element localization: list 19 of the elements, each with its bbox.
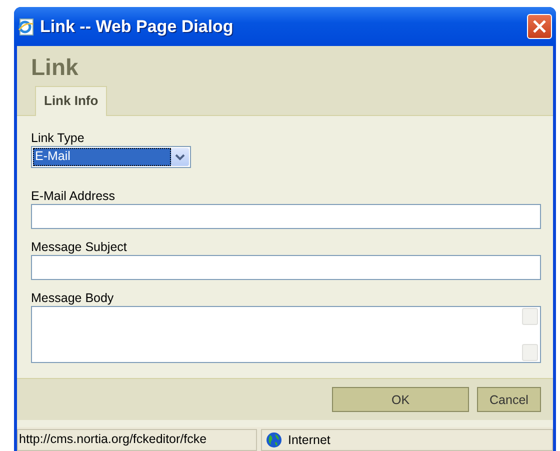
field-label: Message Body — [31, 290, 115, 306]
page-icon — [17, 18, 35, 36]
field-label: Link Type — [31, 130, 86, 146]
globe-icon — [266, 432, 282, 448]
cancel-button[interactable]: Cancel — [477, 387, 541, 412]
link-type-select[interactable]: E-Mail — [31, 146, 191, 168]
dialog-heading: Link — [31, 53, 80, 82]
close-icon — [532, 19, 547, 34]
field-label: Message Subject — [31, 239, 128, 255]
window-title: Link -- Web Page Dialog — [40, 16, 234, 36]
status-url: http://cms.nortia.org/fckeditor/fcke — [17, 429, 257, 451]
security-zone: Internet — [288, 433, 330, 447]
tab[interactable]: Link Info — [35, 86, 108, 116]
close-button[interactable] — [527, 14, 552, 39]
field-label: E-Mail Address — [31, 188, 116, 204]
ok-button[interactable]: OK — [332, 387, 469, 412]
input-field[interactable] — [31, 204, 541, 229]
dropdown-icon — [171, 148, 189, 166]
input-field[interactable] — [31, 255, 541, 280]
